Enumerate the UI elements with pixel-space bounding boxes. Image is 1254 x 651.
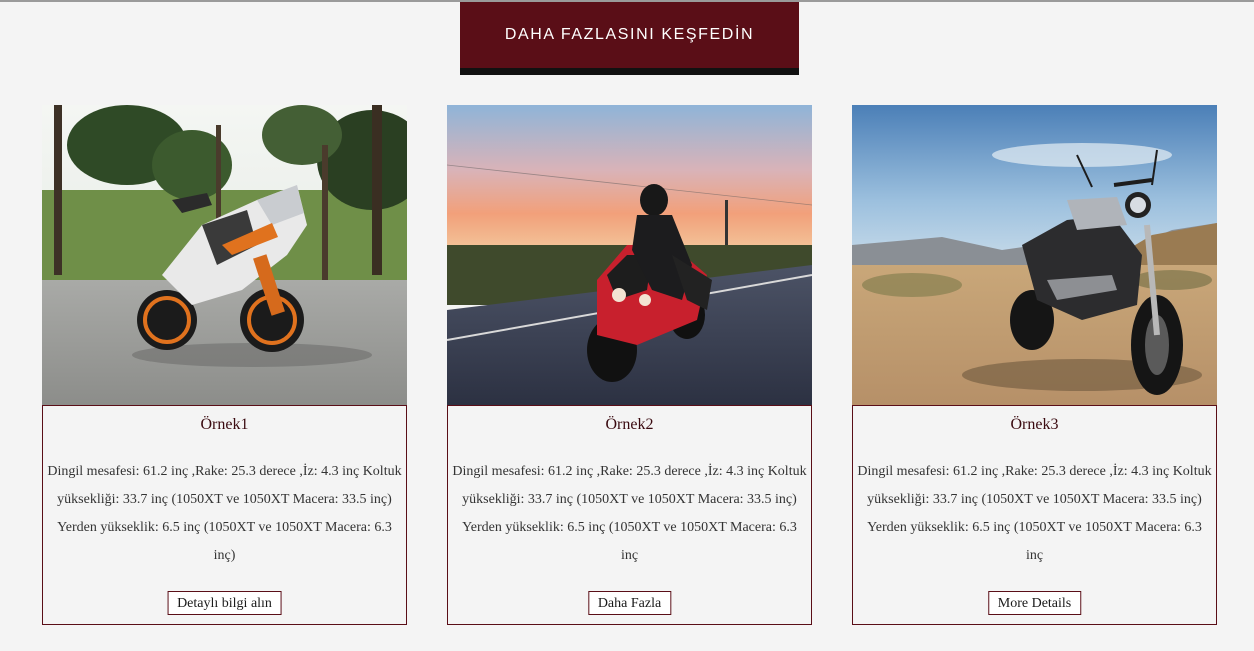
details-button[interactable]: Detaylı bilgi alın [167, 591, 282, 615]
sport-motorcycle-photo[interactable] [42, 105, 407, 405]
card-title: Örnek2 [605, 416, 654, 433]
card-body: Örnek2 Dingil mesafesi: 61.2 inç ,Rake: … [447, 405, 812, 625]
card-description: Dingil mesafesi: 61.2 inç ,Rake: 25.3 de… [452, 464, 807, 563]
product-card-2: Örnek2 Dingil mesafesi: 61.2 inç ,Rake: … [447, 105, 812, 625]
rider-sunset-photo[interactable] [447, 105, 812, 405]
product-card-3: Örnek3 Dingil mesafesi: 61.2 inç ,Rake: … [852, 105, 1217, 625]
card-body: Örnek3 Dingil mesafesi: 61.2 inç ,Rake: … [852, 405, 1217, 625]
card-description: Dingil mesafesi: 61.2 inç ,Rake: 25.3 de… [857, 464, 1212, 563]
card-body: Örnek1 Dingil mesafesi: 61.2 inç ,Rake: … [42, 405, 407, 625]
naked-motorcycle-desert-photo[interactable] [852, 105, 1217, 405]
explore-more-button[interactable]: DAHA FAZLASINI KEŞFEDİN [460, 2, 799, 75]
more-details-button[interactable]: More Details [987, 591, 1082, 615]
card-title: Örnek3 [1010, 416, 1059, 433]
product-card-1: Örnek1 Dingil mesafesi: 61.2 inç ,Rake: … [42, 105, 407, 625]
more-button[interactable]: Daha Fazla [587, 591, 672, 615]
card-description: Dingil mesafesi: 61.2 inç ,Rake: 25.3 de… [47, 464, 402, 563]
card-title: Örnek1 [200, 416, 249, 433]
